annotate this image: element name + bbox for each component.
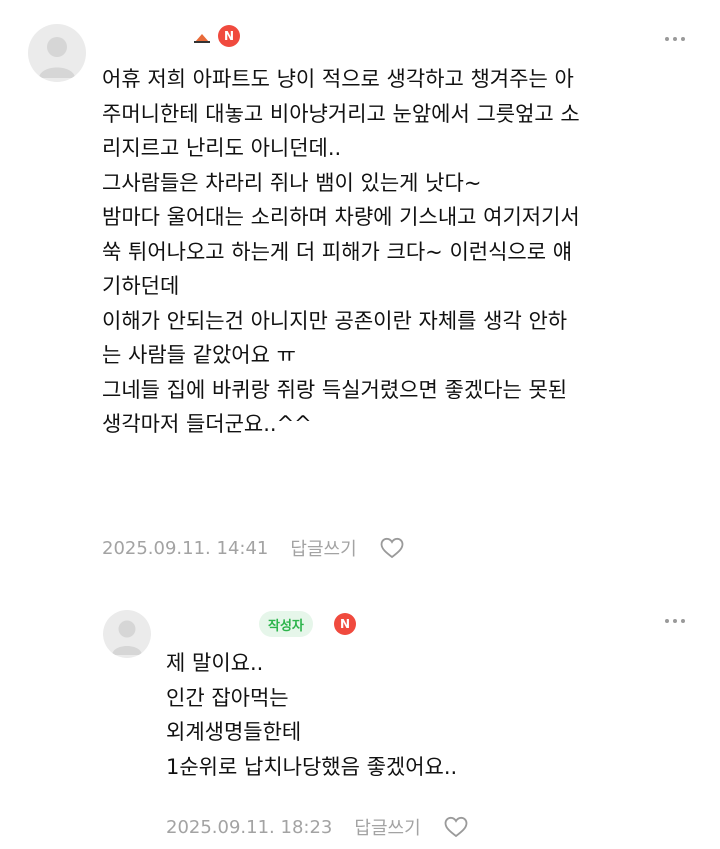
new-badge-icon: N	[334, 613, 356, 635]
reply-button[interactable]: 답글쓰기	[354, 814, 420, 840]
comment-line: 어휴 저희 아파트도 냥이 적으로 생각하고 챙겨주는 아	[102, 67, 574, 91]
comment-line: 제 말이요..	[166, 651, 264, 675]
more-options-icon[interactable]	[665, 37, 685, 41]
heart-icon[interactable]	[443, 815, 469, 839]
avatar[interactable]	[103, 610, 151, 658]
heart-icon[interactable]	[379, 536, 405, 560]
avatar[interactable]	[28, 24, 86, 82]
timestamp: 2025.09.11. 14:41	[102, 537, 269, 559]
avatar-placeholder-icon	[39, 37, 75, 78]
comment-line: 쑥 튀어나오고 하는게 더 피해가 크다~ 이런식으로 얘	[102, 239, 573, 264]
comment-body: 제 말이요.. 인간 잡아먹는 외계생명들한테 1순위로 납치나당했음 좋겠어요…	[166, 646, 457, 784]
comment-body: 어휴 저희 아파트도 냥이 적으로 생각하고 챙겨주는 아 주머니한테 대놓고 …	[102, 62, 580, 442]
comment-line: 기하던데	[102, 274, 180, 298]
comment-line: 그네들 집에 바퀴랑 쥐랑 득실거렸으면 좋겠다는 못된	[102, 377, 568, 402]
comment-line: 리지르고 난리도 아니던데..	[102, 136, 342, 160]
comment-line: 이해가 안되는건 아니지만 공존이란 자체를 생각 안하	[102, 308, 568, 333]
comment-line: 생각마저 들더군요..^^	[102, 412, 312, 436]
nickname-icon	[194, 34, 210, 43]
comment: N 어휴 저희 아파트도 냥이 적으로 생각하고 챙겨주는 아 주머니한테 대놓…	[0, 0, 720, 600]
comment-line: 는 사람들 같았어요 ㅠ	[102, 343, 296, 367]
comment-line: 그사람들은 차라리 쥐나 뱀이 있는게 낫다~	[102, 170, 482, 195]
comment-meta: 2025.09.11. 18:23 답글쓰기	[166, 814, 469, 840]
comment-line: 주머니한테 대놓고 비아냥거리고 눈앞에서 그릇엎고 소	[102, 101, 580, 126]
comment-line: 1순위로 납치나당했음 좋겠어요..	[166, 754, 458, 779]
reply-button[interactable]: 답글쓰기	[290, 535, 356, 561]
comment-line: 인간 잡아먹는	[166, 685, 289, 710]
avatar-placeholder-icon	[112, 620, 142, 655]
comment-line: 외계생명들한테	[166, 720, 302, 744]
comment-meta: 2025.09.11. 14:41 답글쓰기	[102, 535, 405, 561]
new-badge-icon: N	[218, 25, 240, 47]
author-badge: 작성자	[259, 611, 313, 637]
timestamp: 2025.09.11. 18:23	[166, 816, 333, 838]
comment-line: 밤마다 울어대는 소리하며 차량에 기스내고 여기저기서	[102, 205, 580, 229]
reply-comment: 작성자 N 제 말이요.. 인간 잡아먹는 외계생명들한테 1순위로 납치나당했…	[0, 600, 720, 849]
more-options-icon[interactable]	[665, 619, 685, 623]
